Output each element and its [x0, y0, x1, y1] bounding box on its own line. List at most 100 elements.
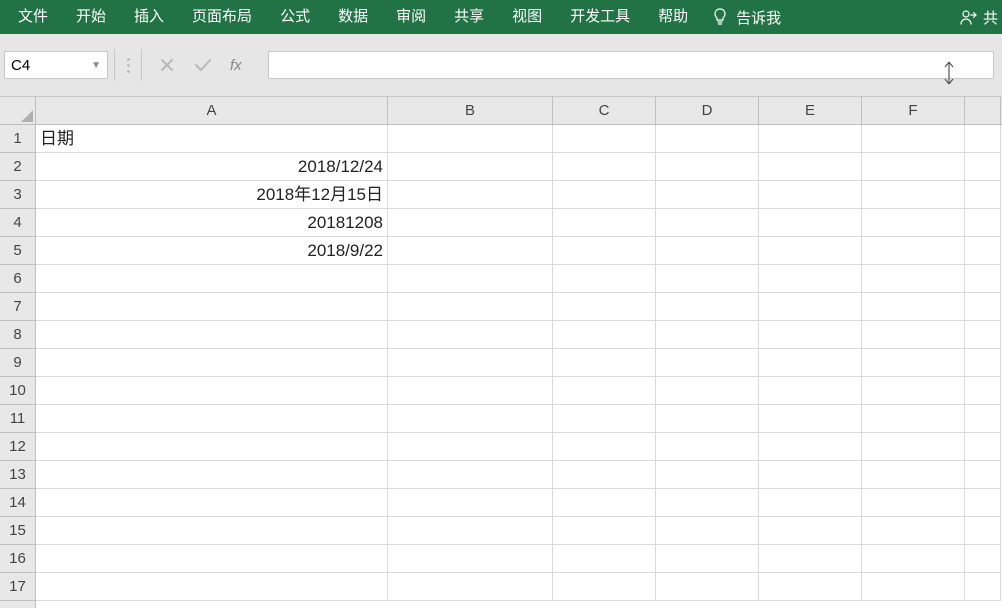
- cell[interactable]: [553, 293, 656, 321]
- cell[interactable]: [862, 433, 965, 461]
- cell[interactable]: [553, 489, 656, 517]
- cell[interactable]: [656, 237, 759, 265]
- ribbon-share[interactable]: 共: [947, 7, 998, 28]
- cell[interactable]: [36, 461, 388, 489]
- cell[interactable]: [553, 377, 656, 405]
- cell[interactable]: [36, 545, 388, 573]
- cell[interactable]: [656, 125, 759, 153]
- cell[interactable]: [862, 461, 965, 489]
- cell[interactable]: [388, 321, 553, 349]
- cell[interactable]: [36, 349, 388, 377]
- cell[interactable]: [553, 153, 656, 181]
- row-header[interactable]: 7: [0, 293, 35, 321]
- cell[interactable]: [553, 265, 656, 293]
- select-all-corner[interactable]: [0, 97, 36, 125]
- cell[interactable]: [388, 377, 553, 405]
- tell-me[interactable]: 告诉我: [702, 7, 791, 28]
- cell[interactable]: [965, 545, 1001, 573]
- cell[interactable]: [862, 209, 965, 237]
- cell[interactable]: [759, 461, 862, 489]
- cell[interactable]: [553, 125, 656, 153]
- cell[interactable]: [862, 545, 965, 573]
- column-header[interactable]: C: [553, 97, 656, 124]
- cell[interactable]: [965, 405, 1001, 433]
- cell[interactable]: [388, 293, 553, 321]
- row-header[interactable]: 6: [0, 265, 35, 293]
- cell[interactable]: [656, 153, 759, 181]
- cell[interactable]: [862, 377, 965, 405]
- cell[interactable]: [656, 545, 759, 573]
- ribbon-tab-developer[interactable]: 开发工具: [556, 0, 644, 34]
- column-header[interactable]: B: [388, 97, 553, 124]
- cell[interactable]: [759, 349, 862, 377]
- cell[interactable]: [965, 489, 1001, 517]
- cell[interactable]: [965, 153, 1001, 181]
- expand-formula-bar[interactable]: [942, 60, 956, 89]
- cell[interactable]: [656, 573, 759, 601]
- cell[interactable]: [388, 209, 553, 237]
- cell[interactable]: 2018/9/22: [36, 237, 388, 265]
- cell[interactable]: 20181208: [36, 209, 388, 237]
- cell[interactable]: [759, 153, 862, 181]
- cell[interactable]: 日期: [36, 125, 388, 153]
- cell[interactable]: [862, 153, 965, 181]
- row-header[interactable]: 13: [0, 461, 35, 489]
- row-header[interactable]: 3: [0, 181, 35, 209]
- cell[interactable]: [656, 489, 759, 517]
- cell[interactable]: [862, 237, 965, 265]
- ribbon-tab-insert[interactable]: 插入: [120, 0, 178, 34]
- cell[interactable]: [388, 265, 553, 293]
- cell[interactable]: 2018/12/24: [36, 153, 388, 181]
- cell[interactable]: [36, 489, 388, 517]
- cell[interactable]: [553, 321, 656, 349]
- row-header[interactable]: 1: [0, 125, 35, 153]
- ribbon-tab-file[interactable]: 文件: [4, 0, 62, 34]
- cell[interactable]: [36, 517, 388, 545]
- cell[interactable]: [388, 181, 553, 209]
- name-box-dropdown-icon[interactable]: ▼: [91, 60, 101, 71]
- cell[interactable]: [553, 181, 656, 209]
- cell[interactable]: [965, 209, 1001, 237]
- cell[interactable]: [553, 573, 656, 601]
- row-header[interactable]: 8: [0, 321, 35, 349]
- column-header[interactable]: E: [759, 97, 862, 124]
- ribbon-tab-page-layout[interactable]: 页面布局: [178, 0, 266, 34]
- cell[interactable]: [965, 237, 1001, 265]
- cell[interactable]: [862, 181, 965, 209]
- cell[interactable]: [388, 461, 553, 489]
- cell[interactable]: [862, 517, 965, 545]
- enter-button[interactable]: [194, 56, 212, 74]
- cell[interactable]: [388, 153, 553, 181]
- ribbon-tab-data[interactable]: 数据: [324, 0, 382, 34]
- cell[interactable]: [388, 125, 553, 153]
- cell[interactable]: [862, 489, 965, 517]
- cell[interactable]: [759, 125, 862, 153]
- cell[interactable]: [759, 293, 862, 321]
- row-header[interactable]: 12: [0, 433, 35, 461]
- row-header[interactable]: 4: [0, 209, 35, 237]
- cell[interactable]: [388, 349, 553, 377]
- cell[interactable]: [965, 573, 1001, 601]
- cell[interactable]: [759, 545, 862, 573]
- row-header[interactable]: 10: [0, 377, 35, 405]
- cell[interactable]: [759, 321, 862, 349]
- cell[interactable]: [388, 405, 553, 433]
- cell[interactable]: [36, 293, 388, 321]
- cell[interactable]: [759, 377, 862, 405]
- formula-input[interactable]: [268, 51, 994, 79]
- cell[interactable]: [759, 573, 862, 601]
- cell[interactable]: [656, 377, 759, 405]
- cell[interactable]: [36, 265, 388, 293]
- cell[interactable]: [965, 181, 1001, 209]
- cell[interactable]: [36, 321, 388, 349]
- ribbon-tab-view[interactable]: 视图: [498, 0, 556, 34]
- cell[interactable]: [656, 461, 759, 489]
- row-header[interactable]: 2: [0, 153, 35, 181]
- cell[interactable]: [553, 433, 656, 461]
- cell[interactable]: [862, 321, 965, 349]
- cell[interactable]: [965, 265, 1001, 293]
- ribbon-tab-help[interactable]: 帮助: [644, 0, 702, 34]
- cell[interactable]: [553, 349, 656, 377]
- cell[interactable]: [36, 573, 388, 601]
- cell[interactable]: [656, 433, 759, 461]
